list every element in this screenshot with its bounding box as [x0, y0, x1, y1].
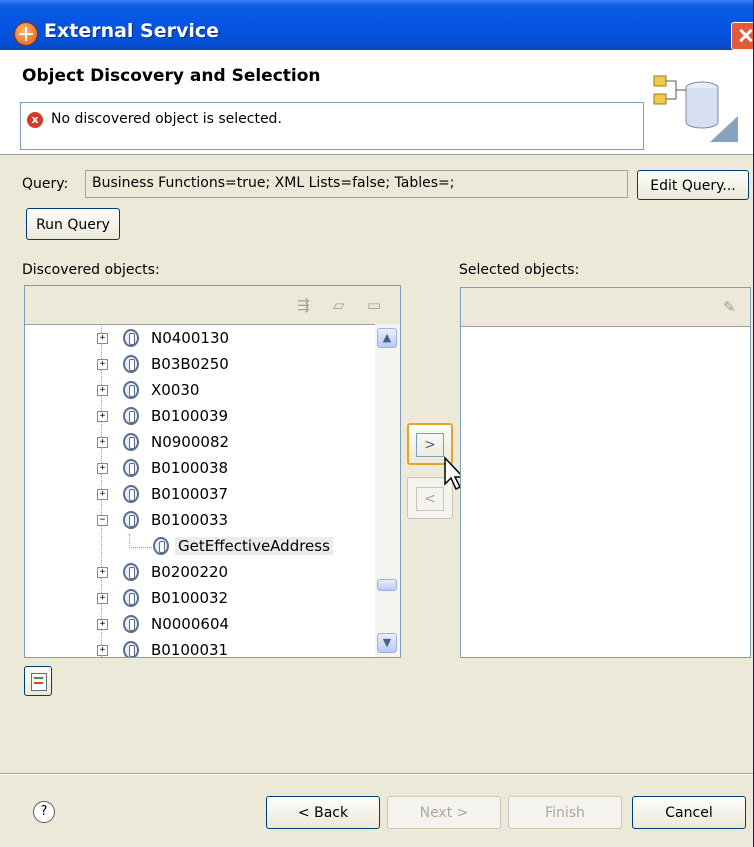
expand-icon[interactable]: + [97, 619, 108, 630]
business-function-icon [123, 459, 139, 477]
close-icon[interactable] [731, 22, 753, 50]
business-function-icon [123, 433, 139, 451]
tree-item[interactable]: + B0100039 [25, 404, 375, 430]
edit-query-button[interactable]: Edit Query... [637, 170, 749, 200]
back-button[interactable]: < Back [266, 796, 380, 829]
tree-item-label: B0100039 [151, 407, 229, 425]
discovered-objects-label: Discovered objects: [22, 262, 160, 278]
expand-icon[interactable]: + [97, 437, 108, 448]
error-icon: x [27, 112, 43, 128]
tree-item-label: B0100037 [151, 485, 229, 503]
tree-item-label: N0400130 [151, 329, 230, 347]
expand-icon[interactable]: + [97, 359, 108, 370]
properties-button[interactable] [24, 666, 52, 696]
tree-item-label: B0100031 [151, 641, 229, 657]
error-message: No discovered object is selected. [51, 111, 282, 127]
wizard-header: Object Discovery and Selection x No disc… [0, 50, 753, 155]
app-icon [14, 22, 38, 46]
external-service-dialog: External Service Object Discovery and Se… [0, 0, 754, 847]
selected-objects-label: Selected objects: [459, 262, 580, 278]
tree-item[interactable]: + B03B0250 [25, 352, 375, 378]
tree-item-label: B0200220 [151, 563, 229, 581]
tree-item[interactable]: + B0100037 [25, 482, 375, 508]
expand-icon[interactable]: + [97, 463, 108, 474]
business-function-icon [123, 511, 139, 529]
cancel-button[interactable]: Cancel [632, 796, 746, 829]
chevron-right-icon: > [416, 433, 444, 457]
message-area: x No discovered object is selected. [20, 102, 644, 150]
query-label: Query: [22, 176, 69, 192]
tree-item[interactable]: + N0000604 [25, 612, 375, 638]
tree-connector [129, 534, 152, 548]
query-field: Business Functions=true; XML Lists=false… [85, 170, 628, 198]
scroll-down-icon[interactable]: ▼ [377, 633, 397, 653]
business-function-icon [123, 407, 139, 425]
run-query-button[interactable]: Run Query [26, 208, 120, 240]
finish-button[interactable]: Finish [508, 796, 622, 829]
function-icon [153, 537, 169, 555]
discovered-toolbar: ⇶ ▱ ▭ [25, 286, 400, 325]
window-title: External Service [44, 20, 220, 42]
tree-item[interactable]: + N0400130 [25, 326, 375, 352]
business-function-icon [123, 589, 139, 607]
scroll-up-icon[interactable]: ▲ [377, 328, 397, 348]
expand-icon[interactable]: + [97, 385, 108, 396]
business-function-icon [123, 615, 139, 633]
properties-icon [31, 673, 47, 691]
discovered-objects-panel: ⇶ ▱ ▭ + N0400130 + B03B0250 + X0030 + B0100039 +… [24, 285, 401, 658]
tree-item-label: X0030 [151, 381, 200, 399]
expand-icon[interactable]: + [97, 593, 108, 604]
collapse-icon[interactable]: − [97, 515, 108, 526]
business-function-icon [123, 355, 139, 373]
book-icon[interactable]: ▭ [367, 296, 381, 314]
selected-objects-panel: ✎ [460, 287, 751, 658]
tree-item[interactable]: + B0200220 [25, 560, 375, 586]
tree-item-label: N0000604 [151, 615, 230, 633]
business-function-icon [123, 641, 139, 657]
business-function-icon [123, 329, 139, 347]
business-function-icon [123, 381, 139, 399]
expand-icon[interactable]: + [97, 333, 108, 344]
discovered-objects-tree[interactable]: + N0400130 + B03B0250 + X0030 + B0100039 + N09000… [25, 324, 375, 657]
tree-item-label: N0900082 [151, 433, 230, 451]
tree-item-label: GetEffectiveAddress [175, 537, 333, 555]
title-bar[interactable]: External Service [0, 0, 753, 50]
footer-separator [0, 773, 753, 775]
next-button[interactable]: Next > [387, 796, 501, 829]
pencil-icon[interactable]: ✎ [723, 298, 736, 316]
help-icon[interactable]: ? [33, 801, 55, 823]
business-function-icon [123, 563, 139, 581]
tree-scrollbar[interactable]: ▲ ▼ [375, 324, 400, 657]
business-function-icon [123, 485, 139, 503]
tree-item-label: B03B0250 [151, 355, 229, 373]
edit-icon[interactable]: ▱ [333, 296, 345, 314]
tree-item[interactable]: + X0030 [25, 378, 375, 404]
tree-item[interactable]: + N0900082 [25, 430, 375, 456]
expand-icon[interactable]: + [97, 489, 108, 500]
expand-icon[interactable]: + [97, 411, 108, 422]
chevron-left-icon: < [416, 487, 444, 511]
tree-item[interactable]: + B0100032 [25, 586, 375, 612]
expand-icon[interactable]: + [97, 645, 108, 656]
scroll-thumb[interactable] [377, 579, 397, 591]
tree-item[interactable]: − B0100033 [25, 508, 375, 534]
tree-item[interactable]: + B0100038 [25, 456, 375, 482]
tree-item-label: B0100033 [151, 511, 229, 529]
tree-item-label: B0100032 [151, 589, 229, 607]
tree-child-item[interactable]: GetEffectiveAddress [25, 534, 375, 560]
page-title: Object Discovery and Selection [22, 66, 321, 86]
wizard-banner-icon [653, 75, 738, 142]
selected-toolbar: ✎ [461, 288, 750, 327]
expand-icon[interactable]: + [97, 567, 108, 578]
tree-item[interactable]: + B0100031 [25, 638, 375, 657]
filter-icon[interactable]: ⇶ [297, 296, 310, 314]
tree-item-label: B0100038 [151, 459, 229, 477]
